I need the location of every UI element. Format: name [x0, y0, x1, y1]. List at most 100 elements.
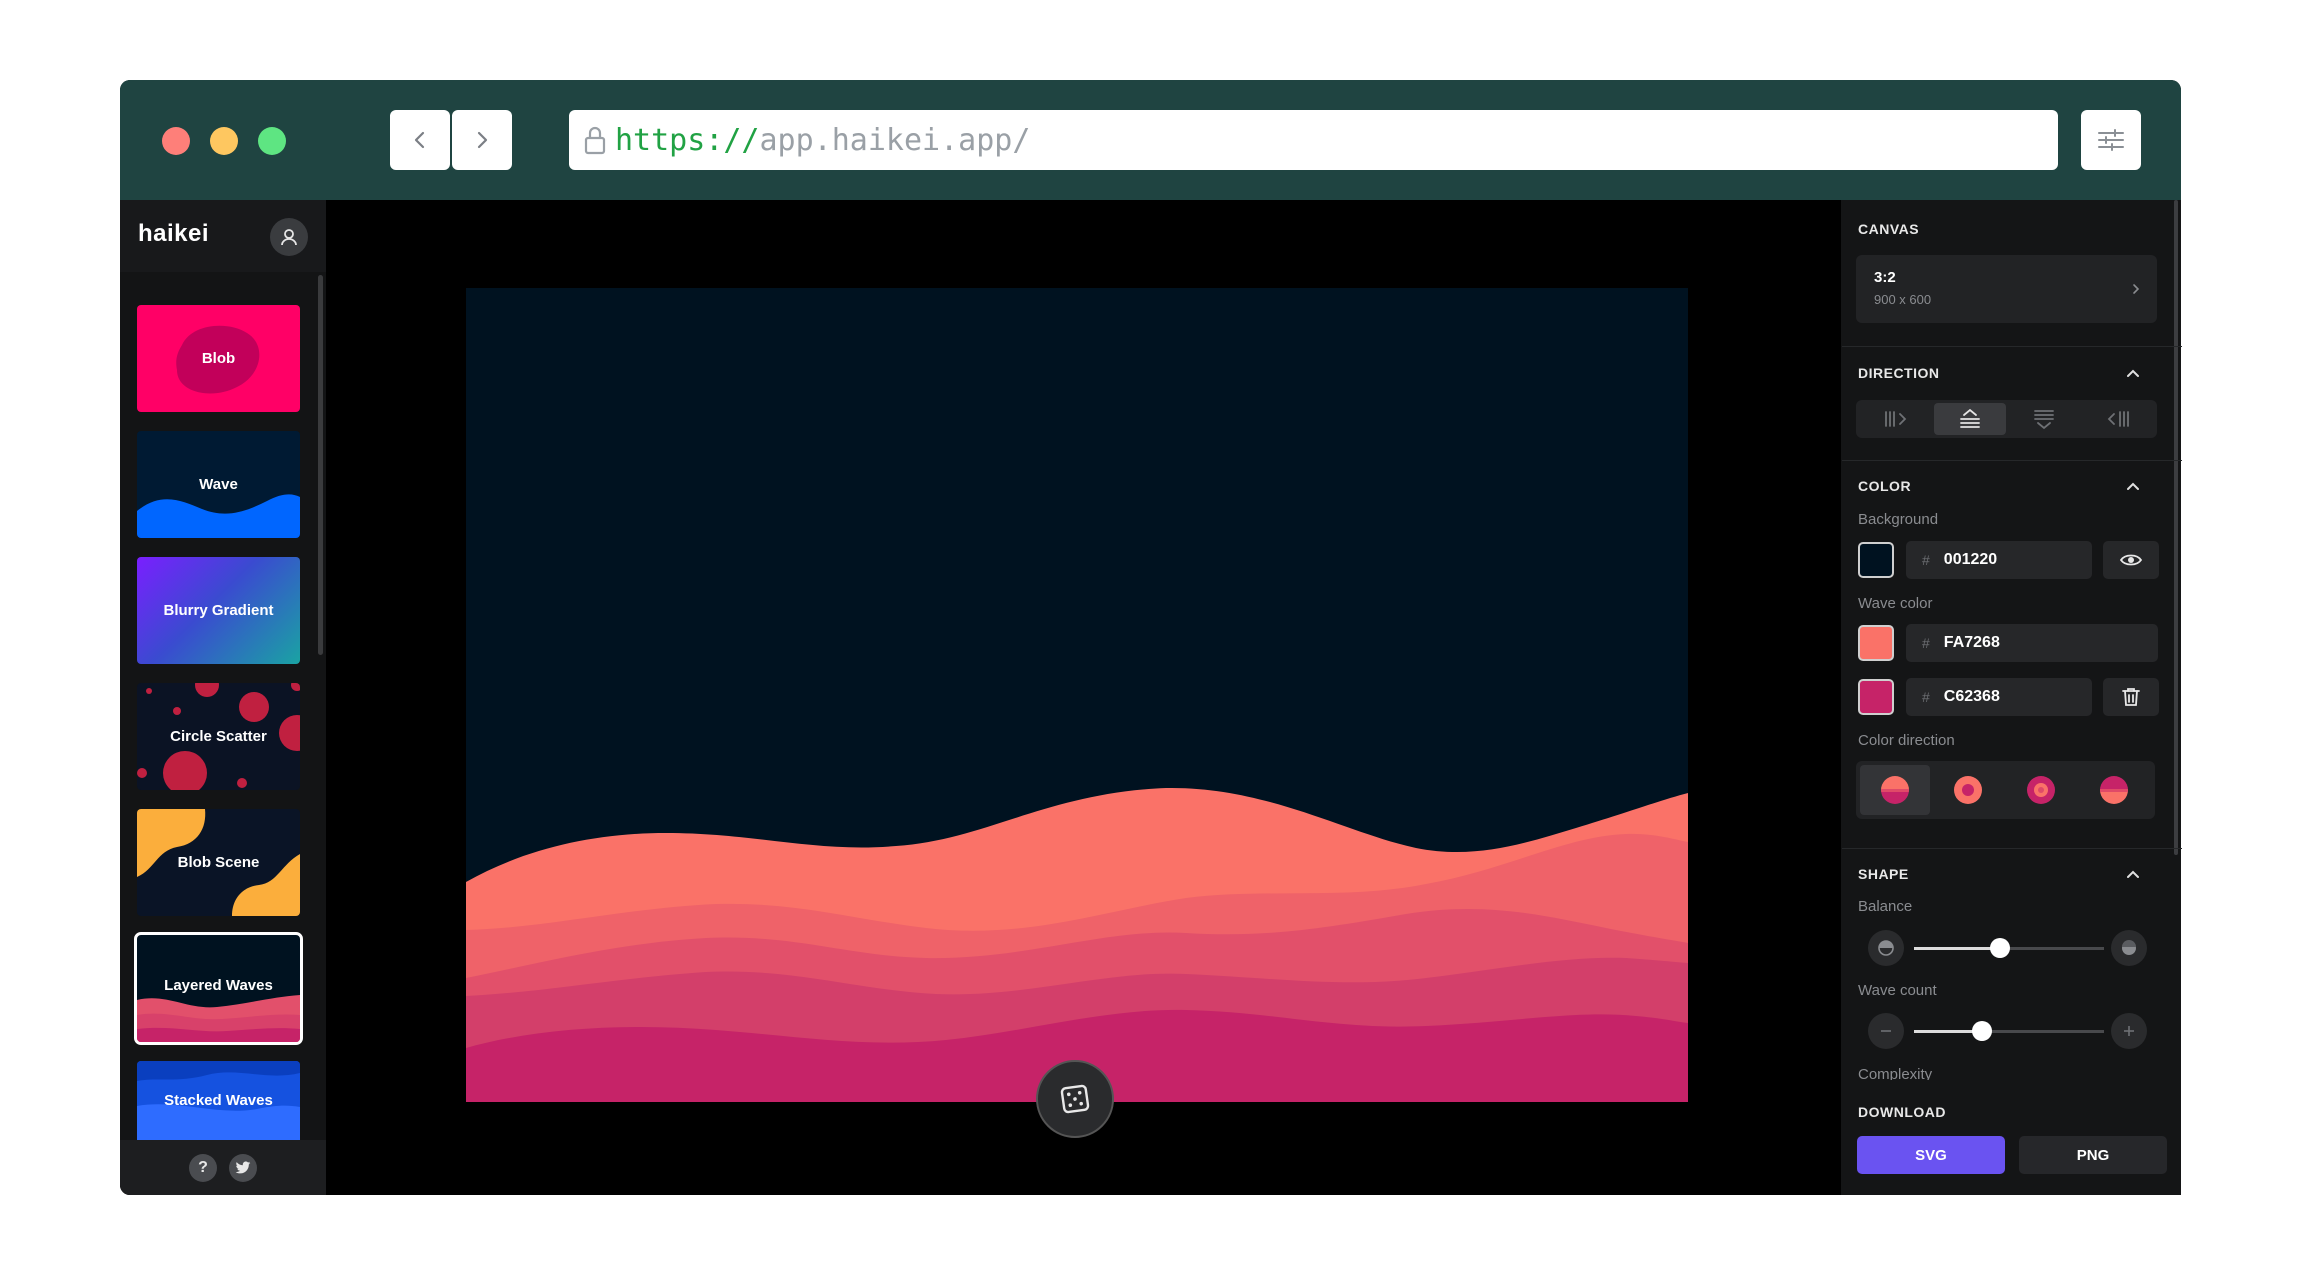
hash-symbol: #: [1922, 635, 1930, 651]
lock-icon: [583, 125, 607, 155]
direction-right-button[interactable]: [1860, 403, 1932, 435]
wave-color-label: Wave color: [1858, 595, 1933, 612]
generator-label: Layered Waves: [164, 977, 273, 994]
background-hex-value: 001220: [1943, 551, 1998, 568]
randomize-button[interactable]: [1036, 1060, 1114, 1138]
user-icon: [281, 229, 297, 246]
generator-blob-scene[interactable]: Blob Scene: [137, 809, 300, 916]
generator-label: Wave: [199, 476, 238, 493]
radial-inverse-gradient-icon: [2027, 776, 2055, 804]
color-direction-selector: [1856, 761, 2155, 819]
minimize-window-button[interactable]: [210, 127, 238, 155]
url-host: app.haikei.app/: [759, 122, 1031, 158]
chevron-up-icon: [2127, 870, 2139, 878]
chevron-right-icon: [477, 131, 488, 149]
minus-icon: [1881, 1030, 1891, 1032]
half-circle-bottom-icon: [2122, 940, 2136, 955]
wave-color-1-hex-input[interactable]: # FA7268: [1906, 624, 2158, 662]
trash-icon: [2122, 688, 2140, 706]
dice-icon: [1060, 1084, 1090, 1114]
color-direction-label: Color direction: [1858, 732, 1955, 749]
balance-min-button[interactable]: [1868, 930, 1904, 966]
layered-waves-artwork[interactable]: [466, 288, 1688, 1102]
canvas-size: 900 x 600: [1874, 292, 1932, 307]
balance-slider-fill: [1914, 947, 2000, 950]
direction-right-icon: [1885, 411, 1907, 427]
section-divider: [1842, 460, 2182, 461]
download-png-button[interactable]: PNG: [2019, 1136, 2167, 1174]
brand-bar: haikei: [120, 200, 326, 272]
canvas-ratio: 3:2: [1874, 269, 1896, 286]
color-direction-radial-button[interactable]: [1933, 765, 2003, 815]
close-window-button[interactable]: [162, 127, 190, 155]
sidebar-footer: ?: [120, 1140, 326, 1195]
canvas-ratio-selector[interactable]: 3:2 900 x 600: [1856, 255, 2157, 323]
shape-heading: SHAPE: [1858, 866, 1909, 882]
sliders-icon: [2098, 129, 2124, 151]
balance-slider-handle[interactable]: [1989, 938, 2010, 958]
direction-down-button[interactable]: [2008, 403, 2080, 435]
generator-layered-waves[interactable]: Layered Waves: [134, 932, 303, 1045]
delete-wave-color-button[interactable]: [2103, 678, 2159, 716]
wave-color-1-swatch[interactable]: [1858, 625, 1894, 661]
twitter-icon: [235, 1161, 251, 1174]
toggle-background-visibility-button[interactable]: [2103, 541, 2159, 579]
generator-wave[interactable]: Wave: [137, 431, 300, 538]
balance-max-button[interactable]: [2111, 930, 2147, 966]
wave-color-2-swatch[interactable]: [1858, 679, 1894, 715]
section-divider: [1842, 346, 2182, 347]
browser-titlebar: https://app.haikei.app/: [120, 80, 2181, 200]
direction-up-button[interactable]: [1934, 403, 2006, 435]
generator-label: Stacked Waves: [164, 1092, 273, 1109]
generator-label: Circle Scatter: [170, 728, 267, 745]
collapse-shape-button[interactable]: [2126, 867, 2140, 881]
wave-color-2-hex-input[interactable]: # C62368: [1906, 678, 2092, 716]
twitter-button[interactable]: [229, 1154, 257, 1182]
generator-stacked-waves[interactable]: Stacked Waves: [137, 1061, 300, 1140]
half-circle-top-icon: [1878, 940, 1894, 956]
download-svg-button[interactable]: SVG: [1857, 1136, 2005, 1174]
radial-gradient-icon: [1954, 776, 1982, 804]
download-heading: DOWNLOAD: [1858, 1104, 1946, 1120]
generator-circle-scatter[interactable]: Circle Scatter: [137, 683, 300, 790]
collapse-direction-button[interactable]: [2126, 366, 2140, 380]
chevron-up-icon: [2127, 482, 2139, 490]
wave-count-label: Wave count: [1858, 982, 1937, 999]
color-direction-horizontal-inverse-button[interactable]: [2079, 765, 2149, 815]
hash-symbol: #: [1922, 552, 1930, 568]
color-direction-radial-inverse-button[interactable]: [2006, 765, 2076, 815]
sidebar-scrollbar[interactable]: [318, 275, 323, 655]
direction-left-button[interactable]: [2082, 403, 2154, 435]
color-direction-horizontal-button[interactable]: [1860, 765, 1930, 815]
canvas-area: [326, 200, 1841, 1195]
forward-button[interactable]: [452, 110, 512, 170]
panel-scrollbar[interactable]: [2174, 200, 2178, 855]
address-bar[interactable]: https://app.haikei.app/: [569, 110, 2058, 170]
generator-sidebar: haikei Blob Wave Blurry Gradient Circle …: [120, 200, 326, 1195]
background-color-swatch[interactable]: [1858, 542, 1894, 578]
background-label: Background: [1858, 511, 1939, 528]
wave-count-decrease-button[interactable]: [1868, 1013, 1904, 1049]
wave-count-increase-button[interactable]: [2111, 1013, 2147, 1049]
background-hex-input[interactable]: # 001220: [1906, 541, 2092, 579]
canvas-heading: CANVAS: [1858, 221, 1920, 237]
maximize-window-button[interactable]: [258, 127, 286, 155]
direction-selector: [1856, 400, 2157, 438]
generator-blurry-gradient[interactable]: Blurry Gradient: [137, 557, 300, 664]
generator-blob[interactable]: Blob: [137, 305, 300, 412]
user-account-button[interactable]: [270, 218, 308, 256]
balance-slider[interactable]: [1914, 938, 2104, 958]
collapse-color-button[interactable]: [2126, 479, 2140, 493]
back-button[interactable]: [390, 110, 450, 170]
generator-label: Blurry Gradient: [163, 602, 274, 619]
direction-left-icon: [2107, 411, 2129, 427]
help-button[interactable]: ?: [189, 1154, 217, 1182]
chevron-right-icon: [2133, 284, 2140, 294]
browser-settings-button[interactable]: [2081, 110, 2141, 170]
url-scheme: https://: [615, 122, 760, 158]
direction-heading: DIRECTION: [1858, 365, 1940, 381]
wave-count-slider[interactable]: [1914, 1021, 2104, 1041]
wave-color-1-hex-value: FA7268: [1943, 634, 2000, 651]
generator-label: Blob Scene: [177, 854, 260, 871]
color-heading: COLOR: [1858, 478, 1912, 494]
